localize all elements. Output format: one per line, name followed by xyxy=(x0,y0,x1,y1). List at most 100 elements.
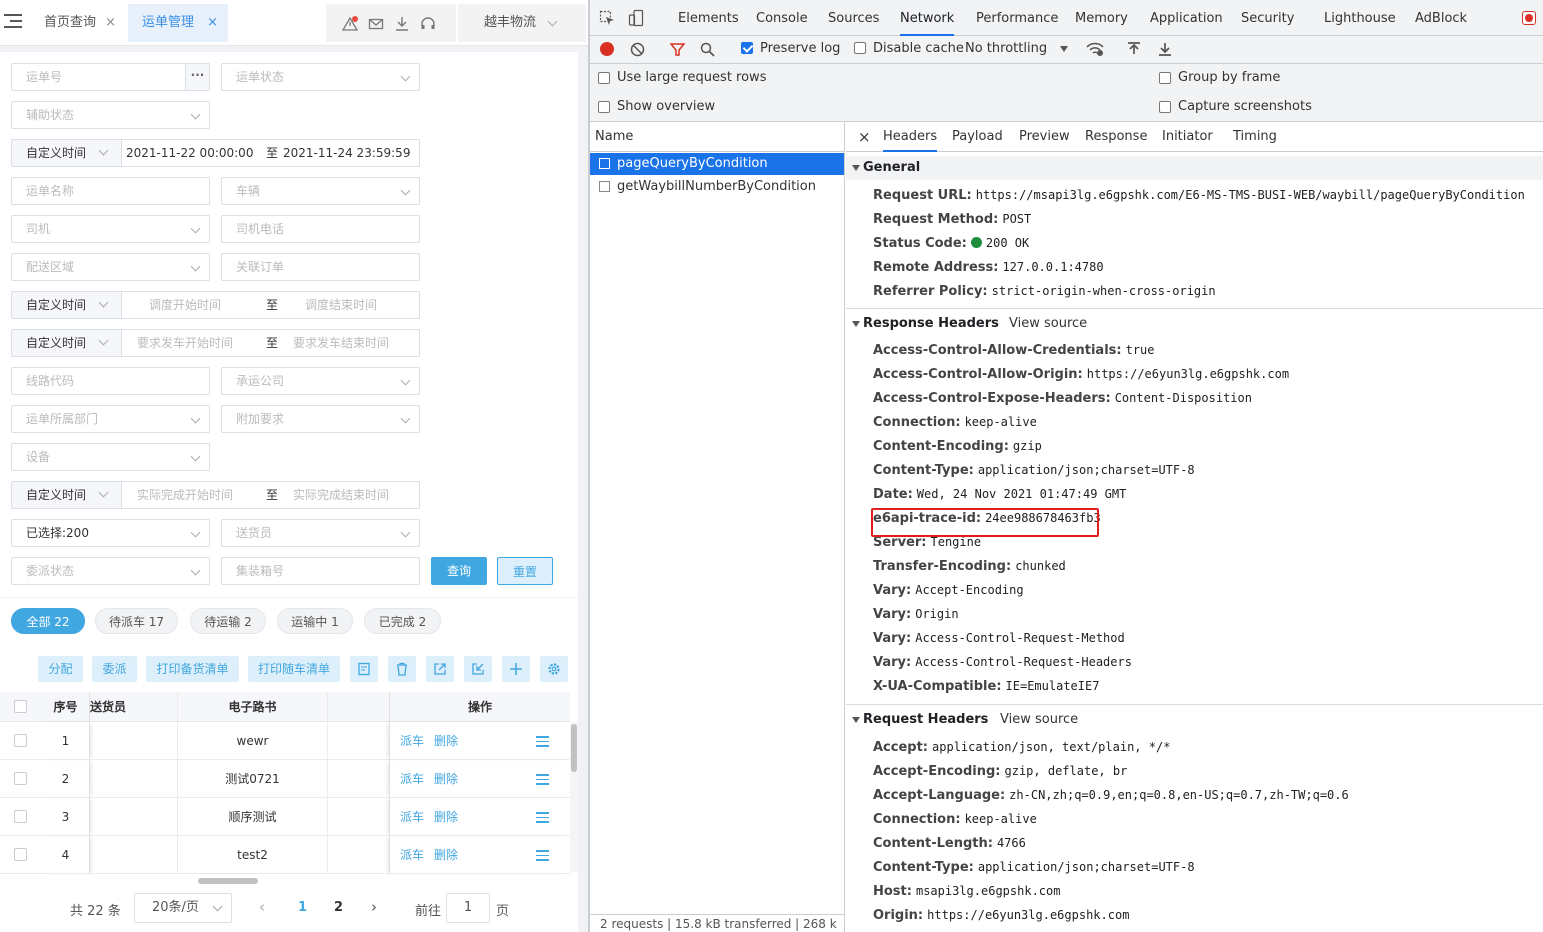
more-menu-icon[interactable] xyxy=(536,774,549,788)
row-checkbox[interactable] xyxy=(14,772,27,785)
time-range-1[interactable]: 自定义时间 2021-11-22 00:00:00 至 2021-11-24 2… xyxy=(11,139,420,167)
section-request-headers[interactable]: Request Headers View source xyxy=(846,708,1543,732)
page-2[interactable]: 2 xyxy=(334,900,343,915)
import-icon[interactable] xyxy=(464,656,492,682)
import-har-icon[interactable] xyxy=(1127,41,1141,57)
waybill-name-input[interactable]: 运单名称 xyxy=(11,177,210,205)
collapse-triangle-icon[interactable] xyxy=(852,165,860,171)
devtools-tab-performance[interactable]: Performance xyxy=(976,0,1058,36)
pill-all[interactable]: 全部 22 xyxy=(11,608,85,634)
time-type-select[interactable]: 自定义时间 xyxy=(12,330,122,356)
clear-icon[interactable] xyxy=(630,42,645,57)
query-button[interactable]: 查询 xyxy=(431,557,487,585)
container-no-input[interactable]: 集装箱号 xyxy=(221,557,420,585)
time-type-select[interactable]: 自定义时间 xyxy=(12,482,122,508)
section-general[interactable]: General xyxy=(846,156,1543,180)
close-icon[interactable]: × xyxy=(207,4,218,42)
vehicle-select[interactable]: 车辆 xyxy=(221,177,420,205)
detail-tab-initiator[interactable]: Initiator xyxy=(1162,122,1213,152)
view-source-link[interactable]: View source xyxy=(1009,312,1087,336)
more-icon[interactable]: ··· xyxy=(185,64,209,90)
time-range-4[interactable]: 自定义时间 实际完成开始时间 至 实际完成结束时间 xyxy=(11,481,420,509)
goto-page-input[interactable]: 1 xyxy=(446,893,490,923)
org-selector[interactable]: 越丰物流 xyxy=(458,4,586,42)
print-prep-list-button[interactable]: 打印备货清单 xyxy=(146,656,239,682)
request-row[interactable]: pageQueryByCondition xyxy=(590,153,844,175)
extra-req-select[interactable]: 附加要求 xyxy=(221,405,420,433)
collapse-triangle-icon[interactable] xyxy=(852,717,860,723)
dispatch-link[interactable]: 派车 xyxy=(400,734,424,748)
delete-link[interactable]: 删除 xyxy=(434,848,458,862)
waybill-status-select[interactable]: 运单状态 xyxy=(221,63,420,91)
row-checkbox[interactable] xyxy=(14,810,27,823)
throttling-select[interactable]: No throttling xyxy=(965,41,1047,56)
error-badge-icon[interactable] xyxy=(1522,11,1536,25)
print-car-list-button[interactable]: 打印随车清单 xyxy=(248,656,340,682)
more-menu-icon[interactable] xyxy=(536,850,549,864)
related-order-input[interactable]: 关联订单 xyxy=(221,253,420,281)
capture-screenshots-checkbox[interactable] xyxy=(1159,101,1171,113)
devtools-tab-console[interactable]: Console xyxy=(756,0,808,36)
chevron-down-icon[interactable] xyxy=(1060,46,1068,52)
network-conditions-icon[interactable] xyxy=(1086,41,1104,57)
devtools-tab-elements[interactable]: Elements xyxy=(678,0,739,36)
row-checkbox[interactable] xyxy=(14,848,27,861)
large-rows-checkbox[interactable] xyxy=(598,72,610,84)
more-menu-icon[interactable] xyxy=(536,812,549,826)
delegate-button[interactable]: 委派 xyxy=(92,656,137,682)
selected-count-select[interactable]: 已选择:200 xyxy=(11,519,210,547)
view-source-link[interactable]: View source xyxy=(1000,708,1078,732)
time-range-2[interactable]: 自定义时间 调度开始时间 至 调度结束时间 xyxy=(11,291,420,319)
devtools-tab-network[interactable]: Network xyxy=(900,0,955,36)
download-icon[interactable] xyxy=(394,16,410,32)
reset-button[interactable]: 重置 xyxy=(497,557,553,585)
detail-tab-response[interactable]: Response xyxy=(1085,122,1147,152)
devtools-tab-security[interactable]: Security xyxy=(1241,0,1294,36)
device-select[interactable]: 设备 xyxy=(11,443,210,471)
alert-icon[interactable] xyxy=(342,16,358,32)
search-icon[interactable] xyxy=(700,42,715,57)
horizontal-scrollbar-thumb[interactable] xyxy=(198,878,258,884)
request-row[interactable]: getWaybillNumberByCondition xyxy=(590,176,844,198)
export-icon[interactable] xyxy=(350,656,378,682)
dept-select[interactable]: 运单所属部门 xyxy=(11,405,210,433)
delivery-area-select[interactable]: 配送区域 xyxy=(11,253,210,281)
tab-waybill-management[interactable]: 运单管理 × xyxy=(128,4,228,42)
more-menu-icon[interactable] xyxy=(536,736,549,750)
deliverer-select[interactable]: 送货员 xyxy=(221,519,420,547)
scrollbar-thumb[interactable] xyxy=(571,724,577,772)
carrier-select[interactable]: 承运公司 xyxy=(221,367,420,395)
headset-icon[interactable] xyxy=(420,16,436,32)
row-checkbox[interactable] xyxy=(14,734,27,747)
mail-icon[interactable] xyxy=(368,16,384,32)
export-har-icon[interactable] xyxy=(1158,41,1172,57)
start-time-input[interactable]: 调度开始时间 xyxy=(149,292,221,318)
inspect-element-icon[interactable] xyxy=(599,10,615,26)
detail-tab-timing[interactable]: Timing xyxy=(1233,122,1277,152)
menu-toggle-icon[interactable] xyxy=(4,14,22,30)
time-type-select[interactable]: 自定义时间 xyxy=(12,140,122,166)
tab-home-query[interactable]: 首页查询 × xyxy=(30,4,126,42)
vertical-scrollbar[interactable] xyxy=(570,722,578,872)
waybill-no-input[interactable]: 运单号 ··· xyxy=(11,63,210,91)
filter-icon[interactable] xyxy=(670,42,685,57)
trash-icon[interactable] xyxy=(388,656,416,682)
driver-phone-input[interactable]: 司机电话 xyxy=(221,215,420,243)
start-time-value[interactable]: 2021-11-22 00:00:00 xyxy=(126,140,253,166)
collapse-triangle-icon[interactable] xyxy=(852,321,860,327)
pill-pending-dispatch[interactable]: 待派车 17 xyxy=(95,608,178,634)
detail-tab-headers[interactable]: Headers xyxy=(883,122,938,152)
devtools-tab-lighthouse[interactable]: Lighthouse xyxy=(1324,0,1396,36)
end-time-value[interactable]: 2021-11-24 23:59:59 xyxy=(283,140,410,166)
preserve-log-checkbox[interactable] xyxy=(741,42,753,54)
pill-in-transit[interactable]: 运输中 1 xyxy=(277,608,353,634)
assign-status-select[interactable]: 委派状态 xyxy=(11,557,210,585)
time-type-select[interactable]: 自定义时间 xyxy=(12,292,122,318)
time-range-3[interactable]: 自定义时间 要求发车开始时间 至 要求发车结束时间 xyxy=(11,329,420,357)
driver-select[interactable]: 司机 xyxy=(11,215,210,243)
delete-link[interactable]: 删除 xyxy=(434,734,458,748)
device-toolbar-icon[interactable] xyxy=(628,9,644,27)
settings-gear-icon[interactable] xyxy=(540,656,568,682)
select-all-checkbox[interactable] xyxy=(14,700,27,713)
detail-tab-payload[interactable]: Payload xyxy=(952,122,1003,152)
